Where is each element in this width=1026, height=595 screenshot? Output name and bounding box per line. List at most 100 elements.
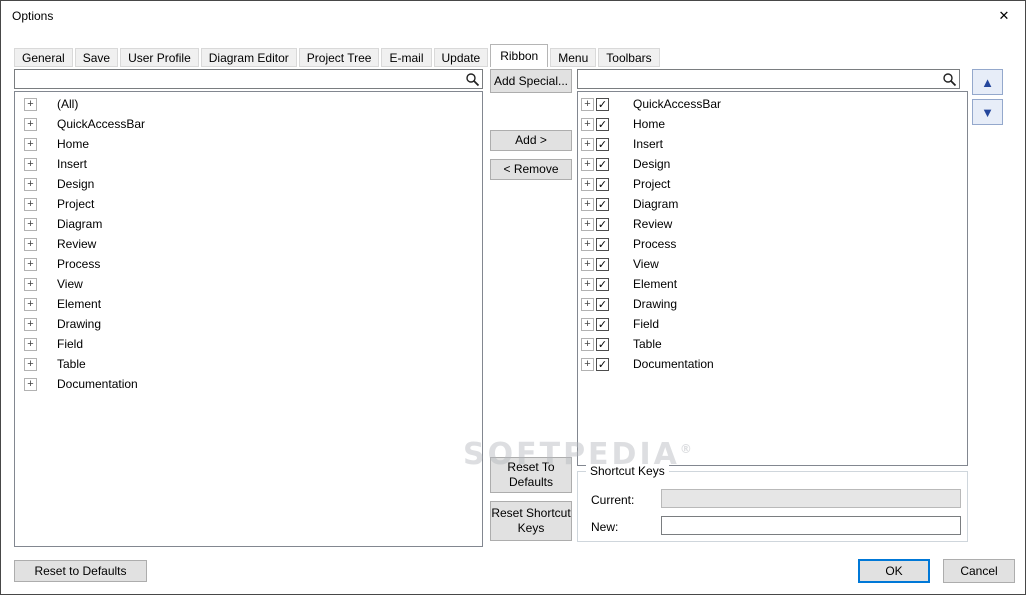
expand-icon[interactable]: + xyxy=(24,157,37,171)
reset-to-defaults-button[interactable]: Reset To Defaults xyxy=(490,457,572,493)
selected-item[interactable]: + ✓ Element xyxy=(578,274,967,294)
available-item[interactable]: + Field xyxy=(15,334,482,354)
selected-tree[interactable]: + ✓ QuickAccessBar + ✓ Home + ✓ Insert + ✓ Design + ✓… xyxy=(577,91,968,466)
available-item[interactable]: + Design xyxy=(15,174,482,194)
expand-icon[interactable]: + xyxy=(24,257,37,271)
tab-diagram-editor[interactable]: Diagram Editor xyxy=(200,48,297,67)
available-item[interactable]: + Project xyxy=(15,194,482,214)
selected-item[interactable]: + ✓ Process xyxy=(578,234,967,254)
tab-project-tree[interactable]: Project Tree xyxy=(298,48,380,67)
footer-reset-to-defaults-button[interactable]: Reset to Defaults xyxy=(14,560,147,582)
tab-ribbon[interactable]: Ribbon xyxy=(490,44,549,67)
available-item[interactable]: + QuickAccessBar xyxy=(15,114,482,134)
ok-button[interactable]: OK xyxy=(858,559,930,583)
item-checkbox[interactable]: ✓ xyxy=(596,157,609,171)
item-checkbox[interactable]: ✓ xyxy=(596,297,609,311)
selected-item[interactable]: + ✓ Field xyxy=(578,314,967,334)
selected-search-input[interactable] xyxy=(581,71,938,87)
selected-item[interactable]: + ✓ Documentation xyxy=(578,354,967,374)
selected-item[interactable]: + ✓ Design xyxy=(578,154,967,174)
expand-icon[interactable]: + xyxy=(581,217,594,231)
available-item[interactable]: + Home xyxy=(15,134,482,154)
expand-icon[interactable]: + xyxy=(24,177,37,191)
item-checkbox[interactable]: ✓ xyxy=(596,117,609,131)
available-item[interactable]: + Documentation xyxy=(15,374,482,394)
expand-icon[interactable]: + xyxy=(581,197,594,211)
tab-user-profile[interactable]: User Profile xyxy=(120,48,199,67)
item-checkbox[interactable]: ✓ xyxy=(596,317,609,331)
item-checkbox[interactable]: ✓ xyxy=(596,237,609,251)
expand-icon[interactable]: + xyxy=(581,297,594,311)
expand-icon[interactable]: + xyxy=(24,217,37,231)
selected-item[interactable]: + ✓ Drawing xyxy=(578,294,967,314)
expand-icon[interactable]: + xyxy=(24,317,37,331)
tab-save[interactable]: Save xyxy=(74,48,119,67)
new-shortcut-input[interactable] xyxy=(661,516,961,535)
selected-item[interactable]: + ✓ Insert xyxy=(578,134,967,154)
expand-icon[interactable]: + xyxy=(581,177,594,191)
expand-icon[interactable]: + xyxy=(581,117,594,131)
expand-icon[interactable]: + xyxy=(24,297,37,311)
selected-item[interactable]: + ✓ Table xyxy=(578,334,967,354)
expand-icon[interactable]: + xyxy=(24,137,37,151)
available-item[interactable]: + Review xyxy=(15,234,482,254)
available-item[interactable]: + Element xyxy=(15,294,482,314)
available-item[interactable]: + Diagram xyxy=(15,214,482,234)
selected-item[interactable]: + ✓ Home xyxy=(578,114,967,134)
expand-icon[interactable]: + xyxy=(581,237,594,251)
close-icon[interactable]: ✕ xyxy=(993,6,1015,26)
available-search-input[interactable] xyxy=(18,71,461,87)
title-bar[interactable]: Options ✕ xyxy=(1,1,1025,31)
available-item[interactable]: + View xyxy=(15,274,482,294)
cancel-button[interactable]: Cancel xyxy=(943,559,1015,583)
available-item[interactable]: + Drawing xyxy=(15,314,482,334)
available-tree[interactable]: + (All) + QuickAccessBar + Home + Insert + Design… xyxy=(14,91,483,547)
add-special-button[interactable]: Add Special... xyxy=(490,69,572,93)
item-checkbox[interactable]: ✓ xyxy=(596,197,609,211)
item-checkbox[interactable]: ✓ xyxy=(596,257,609,271)
move-up-button[interactable]: ▲ xyxy=(972,69,1003,95)
expand-icon[interactable]: + xyxy=(581,337,594,351)
expand-icon[interactable]: + xyxy=(24,357,37,371)
item-checkbox[interactable]: ✓ xyxy=(596,217,609,231)
move-down-button[interactable]: ▼ xyxy=(972,99,1003,125)
selected-item[interactable]: + ✓ View xyxy=(578,254,967,274)
item-checkbox[interactable]: ✓ xyxy=(596,97,609,111)
tab-e-mail[interactable]: E-mail xyxy=(381,48,432,67)
expand-icon[interactable]: + xyxy=(24,197,37,211)
add-button[interactable]: Add > xyxy=(490,130,572,151)
expand-icon[interactable]: + xyxy=(24,277,37,291)
expand-icon[interactable]: + xyxy=(581,97,594,111)
tab-toolbars[interactable]: Toolbars xyxy=(598,48,660,67)
item-checkbox[interactable]: ✓ xyxy=(596,337,609,351)
available-item[interactable]: + Process xyxy=(15,254,482,274)
selected-item[interactable]: + ✓ Review xyxy=(578,214,967,234)
expand-icon[interactable]: + xyxy=(24,117,37,131)
selected-item[interactable]: + ✓ Diagram xyxy=(578,194,967,214)
expand-icon[interactable]: + xyxy=(581,277,594,291)
item-checkbox[interactable]: ✓ xyxy=(596,137,609,151)
expand-icon[interactable]: + xyxy=(24,237,37,251)
item-label: Element xyxy=(57,297,102,311)
expand-icon[interactable]: + xyxy=(24,337,37,351)
expand-icon[interactable]: + xyxy=(24,97,37,111)
selected-item[interactable]: + ✓ Project xyxy=(578,174,967,194)
available-item[interactable]: + (All) xyxy=(15,94,482,114)
available-item[interactable]: + Table xyxy=(15,354,482,374)
item-checkbox[interactable]: ✓ xyxy=(596,357,609,371)
tab-general[interactable]: General xyxy=(14,48,73,67)
selected-item[interactable]: + ✓ QuickAccessBar xyxy=(578,94,967,114)
tab-update[interactable]: Update xyxy=(433,48,489,67)
expand-icon[interactable]: + xyxy=(581,157,594,171)
reset-shortcut-keys-button[interactable]: Reset Shortcut Keys xyxy=(490,501,572,541)
available-item[interactable]: + Insert xyxy=(15,154,482,174)
item-checkbox[interactable]: ✓ xyxy=(596,177,609,191)
expand-icon[interactable]: + xyxy=(581,137,594,151)
item-checkbox[interactable]: ✓ xyxy=(596,277,609,291)
expand-icon[interactable]: + xyxy=(581,317,594,331)
expand-icon[interactable]: + xyxy=(581,357,594,371)
expand-icon[interactable]: + xyxy=(24,377,37,391)
expand-icon[interactable]: + xyxy=(581,257,594,271)
remove-button[interactable]: < Remove xyxy=(490,159,572,180)
tab-menu[interactable]: Menu xyxy=(550,48,597,67)
